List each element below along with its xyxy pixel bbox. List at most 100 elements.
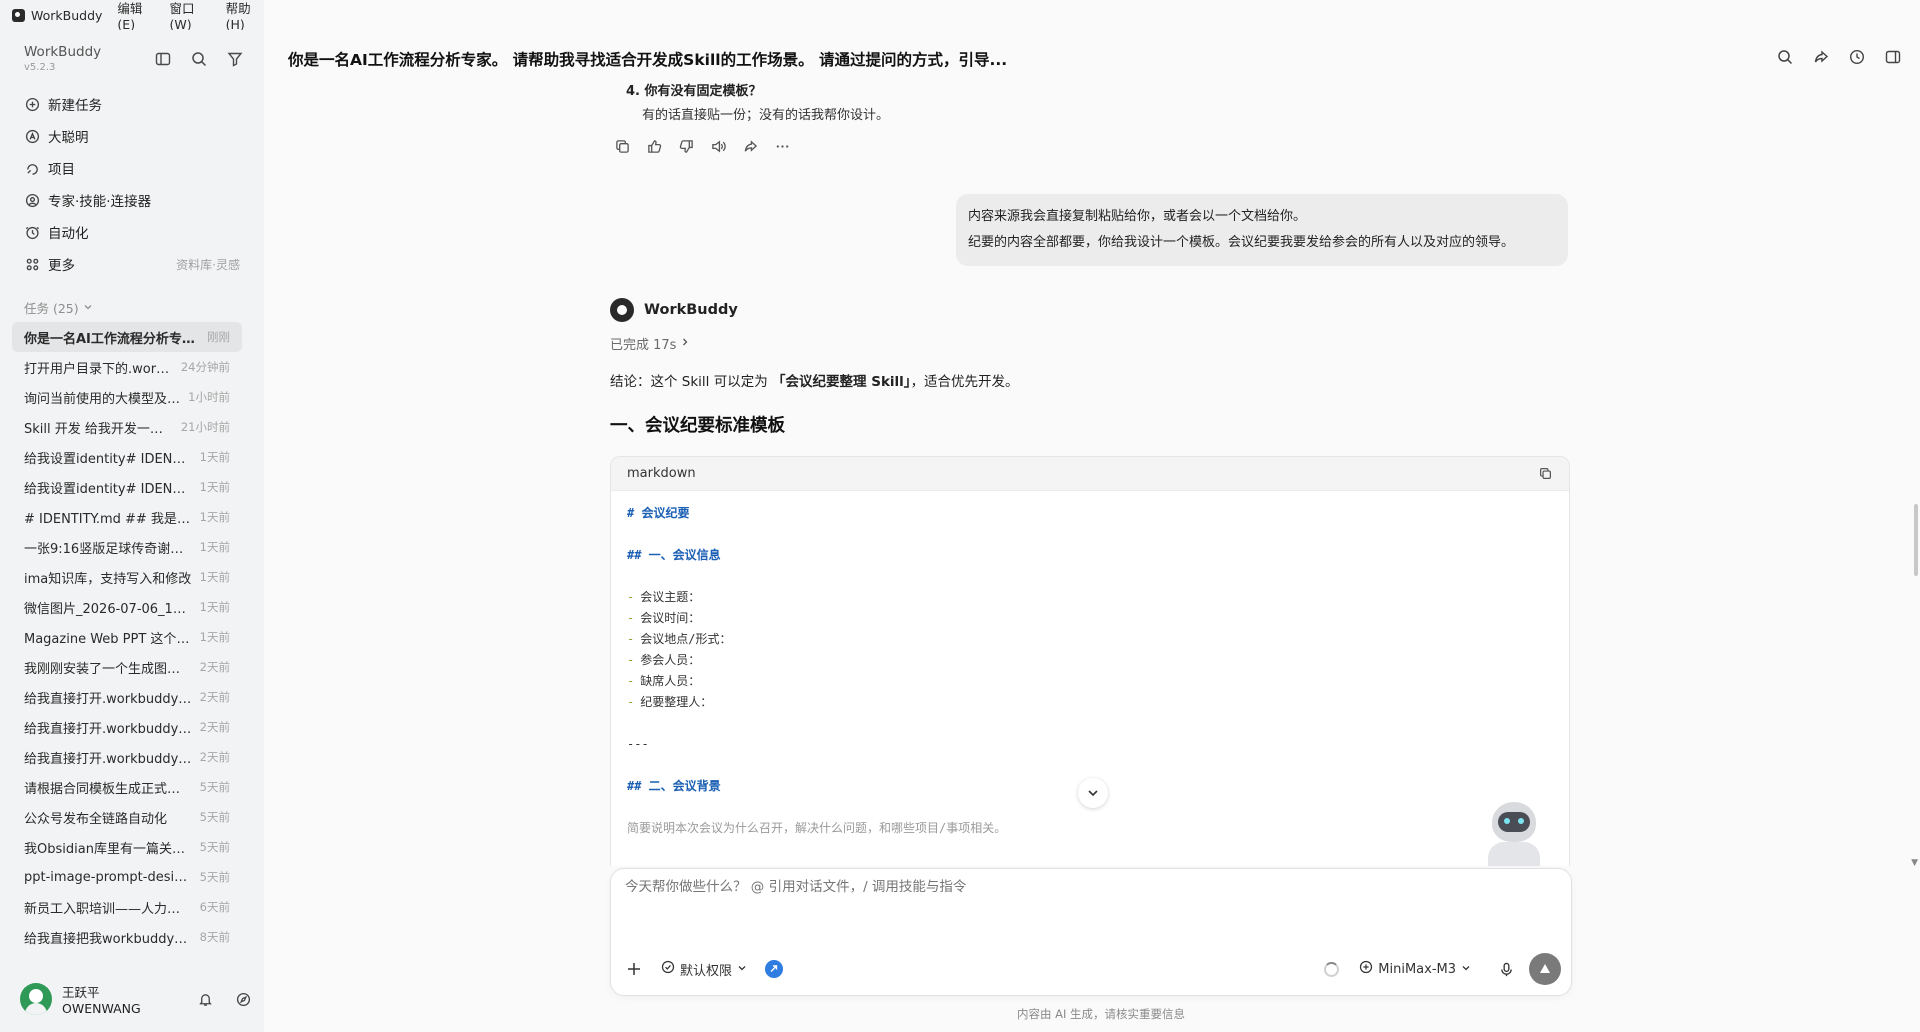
page-title: 你是一名AI工作流程分析专家。 请帮助我寻找适合开发成Skill的工作场景。 请… bbox=[288, 51, 1008, 69]
previous-answer: 有的话直接贴一份；没有的话我帮你设计。 bbox=[642, 108, 890, 123]
list-dash: - bbox=[627, 674, 635, 688]
task-item[interactable]: ima知识库，支持写入和修改 1天前 bbox=[12, 562, 242, 592]
sidebar: WorkBuddy v5.2.3 新建任务 大聪明 项目 专家·技能·连接器 自… bbox=[0, 30, 264, 1032]
code-list-line: - 缺席人员： bbox=[627, 671, 1553, 692]
task-title: ppt-image-prompt-designer bbox=[24, 869, 192, 885]
code-line-text: 参会人员： bbox=[640, 653, 701, 667]
menu-edit[interactable]: 编辑(E) bbox=[117, 0, 154, 32]
menu-help[interactable]: 帮助(H) bbox=[226, 0, 264, 32]
task-item[interactable]: 我Obsidian库里有一篇关于AI的笔记 5天前 bbox=[12, 832, 242, 862]
task-item[interactable]: 打开用户目录下的.workbuddy文件夹 24分钟前 bbox=[12, 352, 242, 382]
task-time: 5天前 bbox=[199, 840, 230, 854]
nav-automation[interactable]: 自动化 bbox=[12, 216, 252, 248]
nav-projects[interactable]: 项目 bbox=[12, 152, 252, 184]
task-item[interactable]: 给我设置identity# IDENTITY 1天前 bbox=[12, 472, 242, 502]
compass-icon[interactable] bbox=[234, 990, 252, 1008]
user-name[interactable]: 王跃平OWENWANG bbox=[62, 982, 176, 1016]
nav-assistant[interactable]: 大聪明 bbox=[12, 120, 252, 152]
scrollbar-down-arrow[interactable]: ▼ bbox=[1911, 858, 1918, 868]
assistant-mascot[interactable] bbox=[1482, 802, 1546, 866]
task-item[interactable]: 给我直接打开.workbuddy/skills 2天前 bbox=[12, 682, 242, 712]
task-item[interactable]: 一张9:16竖版足球传奇谢幕海报 1天前 bbox=[12, 532, 242, 562]
list-dash: - bbox=[627, 632, 635, 646]
thumbs-down-icon[interactable] bbox=[678, 138, 695, 155]
composer: 默认权限 MiniMax-M3 bbox=[610, 868, 1572, 996]
nav-label: 更多 bbox=[48, 258, 75, 274]
message-actions bbox=[614, 138, 791, 155]
nav-new-task[interactable]: 新建任务 bbox=[12, 88, 252, 120]
mascot-body bbox=[1488, 842, 1540, 866]
more-icon[interactable] bbox=[774, 138, 791, 155]
conversation: 4. 你有没有固定模板？ 有的话直接贴一份；没有的话我帮你设计。 内容来源我会直… bbox=[264, 76, 1920, 866]
bell-icon[interactable] bbox=[196, 990, 214, 1008]
app-menubar: WorkBuddy 编辑(E) 窗口(W) 帮助(H) bbox=[0, 0, 264, 32]
speaker-icon[interactable] bbox=[710, 138, 727, 155]
toggle-sidebar-icon[interactable] bbox=[154, 50, 171, 67]
code-list-line: - 会议地点/形式： bbox=[627, 629, 1553, 650]
chevron-down-icon bbox=[1088, 790, 1098, 797]
bot-logo-icon bbox=[610, 298, 634, 322]
task-item[interactable]: 给我直接打开.workbuddy文件夹 2天前 bbox=[12, 742, 242, 772]
nav-more-extra[interactable]: 资料库·灵感 bbox=[176, 256, 252, 273]
bot-name: WorkBuddy bbox=[644, 302, 738, 318]
thumbs-up-icon[interactable] bbox=[646, 138, 663, 155]
copy-code-icon[interactable] bbox=[1538, 466, 1553, 481]
task-item[interactable]: Magazine Web PPT 这个技能 1天前 bbox=[12, 622, 242, 652]
scrollbar-thumb[interactable] bbox=[1914, 504, 1918, 576]
user-profile: 王跃平OWENWANG bbox=[20, 982, 252, 1016]
task-item[interactable]: 公众号发布全链路自动化 5天前 bbox=[12, 802, 242, 832]
copy-icon[interactable] bbox=[614, 138, 631, 155]
filter-icon[interactable] bbox=[226, 50, 243, 67]
avatar[interactable] bbox=[20, 983, 52, 1015]
code-list-line: - 会议时间： bbox=[627, 608, 1553, 629]
search-icon[interactable] bbox=[1776, 48, 1794, 66]
history-icon[interactable] bbox=[1848, 48, 1866, 66]
permission-select[interactable]: 默认权限 bbox=[661, 960, 747, 979]
microphone-icon[interactable] bbox=[1497, 960, 1515, 978]
search-icon[interactable] bbox=[190, 50, 207, 67]
brand-version: v5.2.3 bbox=[24, 62, 56, 73]
nav-more[interactable]: 更多 资料库·灵感 bbox=[12, 248, 252, 280]
task-item[interactable]: 给我设置identity# IDENTITY 1天前 bbox=[12, 442, 242, 472]
task-item[interactable]: 我刚刚安装了一个生成图片的技能 2天前 bbox=[12, 652, 242, 682]
task-item[interactable]: 给我直接把我workbuddy的配置 8天前 bbox=[12, 922, 242, 952]
skill-tool-icon[interactable] bbox=[765, 960, 784, 978]
code-line-text: 会议时间： bbox=[640, 611, 701, 625]
task-time: 5天前 bbox=[199, 810, 230, 824]
task-time: 5天前 bbox=[199, 780, 230, 794]
code-line: --- bbox=[627, 734, 1553, 755]
task-item[interactable]: ppt-image-prompt-designer 5天前 bbox=[12, 862, 242, 892]
attach-plus-button[interactable] bbox=[621, 956, 647, 982]
task-item[interactable]: 你是一名AI工作流程分析专家。请帮助我寻找适合开发成Skill的工作场景刚刚 bbox=[12, 322, 242, 352]
task-item[interactable]: 新员工入职培训——人力资源 6天前 bbox=[12, 892, 242, 922]
scroll-to-bottom-button[interactable] bbox=[1078, 778, 1108, 808]
share-icon[interactable] bbox=[1812, 48, 1830, 66]
nav-experts[interactable]: 专家·技能·连接器 bbox=[12, 184, 252, 216]
app-name: WorkBuddy bbox=[31, 7, 103, 23]
task-item[interactable]: 给我直接打开.workbuddy文件夹 2天前 bbox=[12, 712, 242, 742]
panel-toggle-icon[interactable] bbox=[1884, 48, 1902, 66]
code-language: markdown bbox=[627, 466, 696, 481]
app-logo-icon bbox=[12, 8, 25, 22]
task-item[interactable]: 请根据合同模板生成正式合同文件 5天前 bbox=[12, 772, 242, 802]
share-icon[interactable] bbox=[742, 138, 759, 155]
tasks-header[interactable]: 任务 (25) bbox=[24, 298, 93, 317]
task-item[interactable]: 微信图片_2026-07-06_114320 1天前 bbox=[12, 592, 242, 622]
task-item[interactable]: # IDENTITY.md ## 我是谁 我是 1天前 bbox=[12, 502, 242, 532]
task-item[interactable]: 询问当前使用的大模型及配置 1小时前 bbox=[12, 382, 242, 412]
main-panel: 你是一名AI工作流程分析专家。 请帮助我寻找适合开发成Skill的工作场景。 请… bbox=[264, 0, 1920, 1032]
thinking-status[interactable]: 已完成 17s bbox=[610, 334, 690, 353]
task-title: 给我设置identity# IDENTITY bbox=[24, 451, 192, 467]
code-line-text: 纪要整理人： bbox=[640, 695, 713, 709]
conclusion-bold: 「会议纪要整理 Skill」 bbox=[772, 374, 911, 390]
model-select[interactable]: MiniMax-M3 bbox=[1359, 960, 1471, 978]
grid-icon bbox=[24, 256, 40, 272]
menu-window[interactable]: 窗口(W) bbox=[170, 0, 211, 32]
sidebar-nav: 新建任务 大聪明 项目 专家·技能·连接器 自动化 更多 资料库·灵感 bbox=[12, 88, 252, 280]
task-item[interactable]: Skill 开发 给我开发一个skill 21小时前 bbox=[12, 412, 242, 442]
code-list-line: - 纪要整理人： bbox=[627, 692, 1553, 713]
plus-icon bbox=[628, 963, 640, 975]
message-input[interactable] bbox=[625, 879, 1525, 895]
send-button[interactable] bbox=[1529, 953, 1561, 985]
